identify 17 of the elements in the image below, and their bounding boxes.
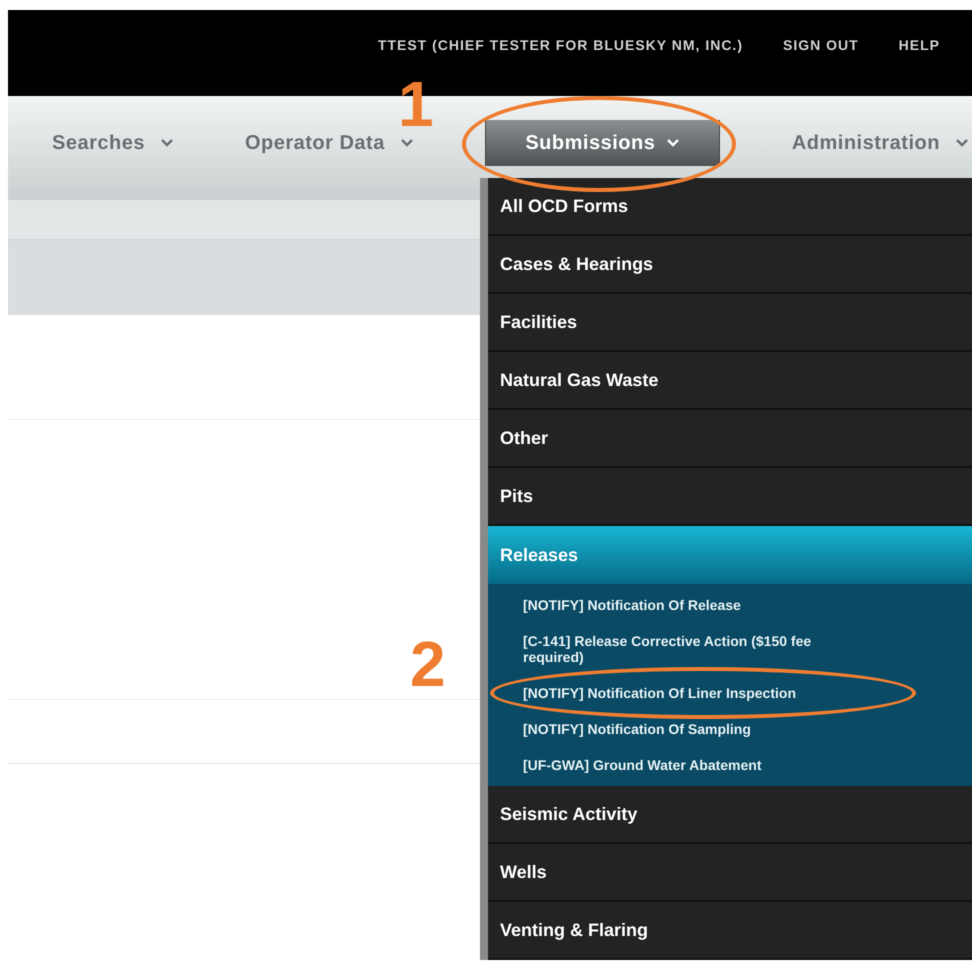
header-link[interactable]: SIGN OUT [782, 34, 859, 56]
header-link[interactable]: HELP [898, 34, 940, 56]
submenu-item[interactable]: [NOTIFY] Notification Of Liner Inspection [523, 685, 823, 701]
chevron-down-icon [400, 139, 413, 147]
submenu-item[interactable]: [NOTIFY] Notification Of Release [523, 597, 823, 613]
chevron-down-icon [667, 139, 680, 147]
submenu-item[interactable]: [UF-GWA] Ground Water Abatement [523, 757, 823, 773]
submenu-item[interactable]: [NOTIFY] Notification Of Sampling [523, 721, 823, 737]
user-name: TTEST (CHIEF TESTER FOR BLUESKY NM, INC.) [378, 36, 743, 55]
chevron-down-icon [956, 139, 968, 147]
menu-item[interactable]: Releases [488, 526, 972, 584]
nav-tab[interactable]: Submissions [484, 120, 720, 166]
chevron-down-icon [160, 139, 173, 147]
annotation-number: 2 [410, 632, 446, 696]
nav-tab[interactable]: Searches [52, 120, 173, 166]
submenu-item[interactable]: [C-141] Release Corrective Action ($150 fee required) [523, 633, 823, 665]
nav-tab[interactable]: Administration [792, 120, 968, 166]
